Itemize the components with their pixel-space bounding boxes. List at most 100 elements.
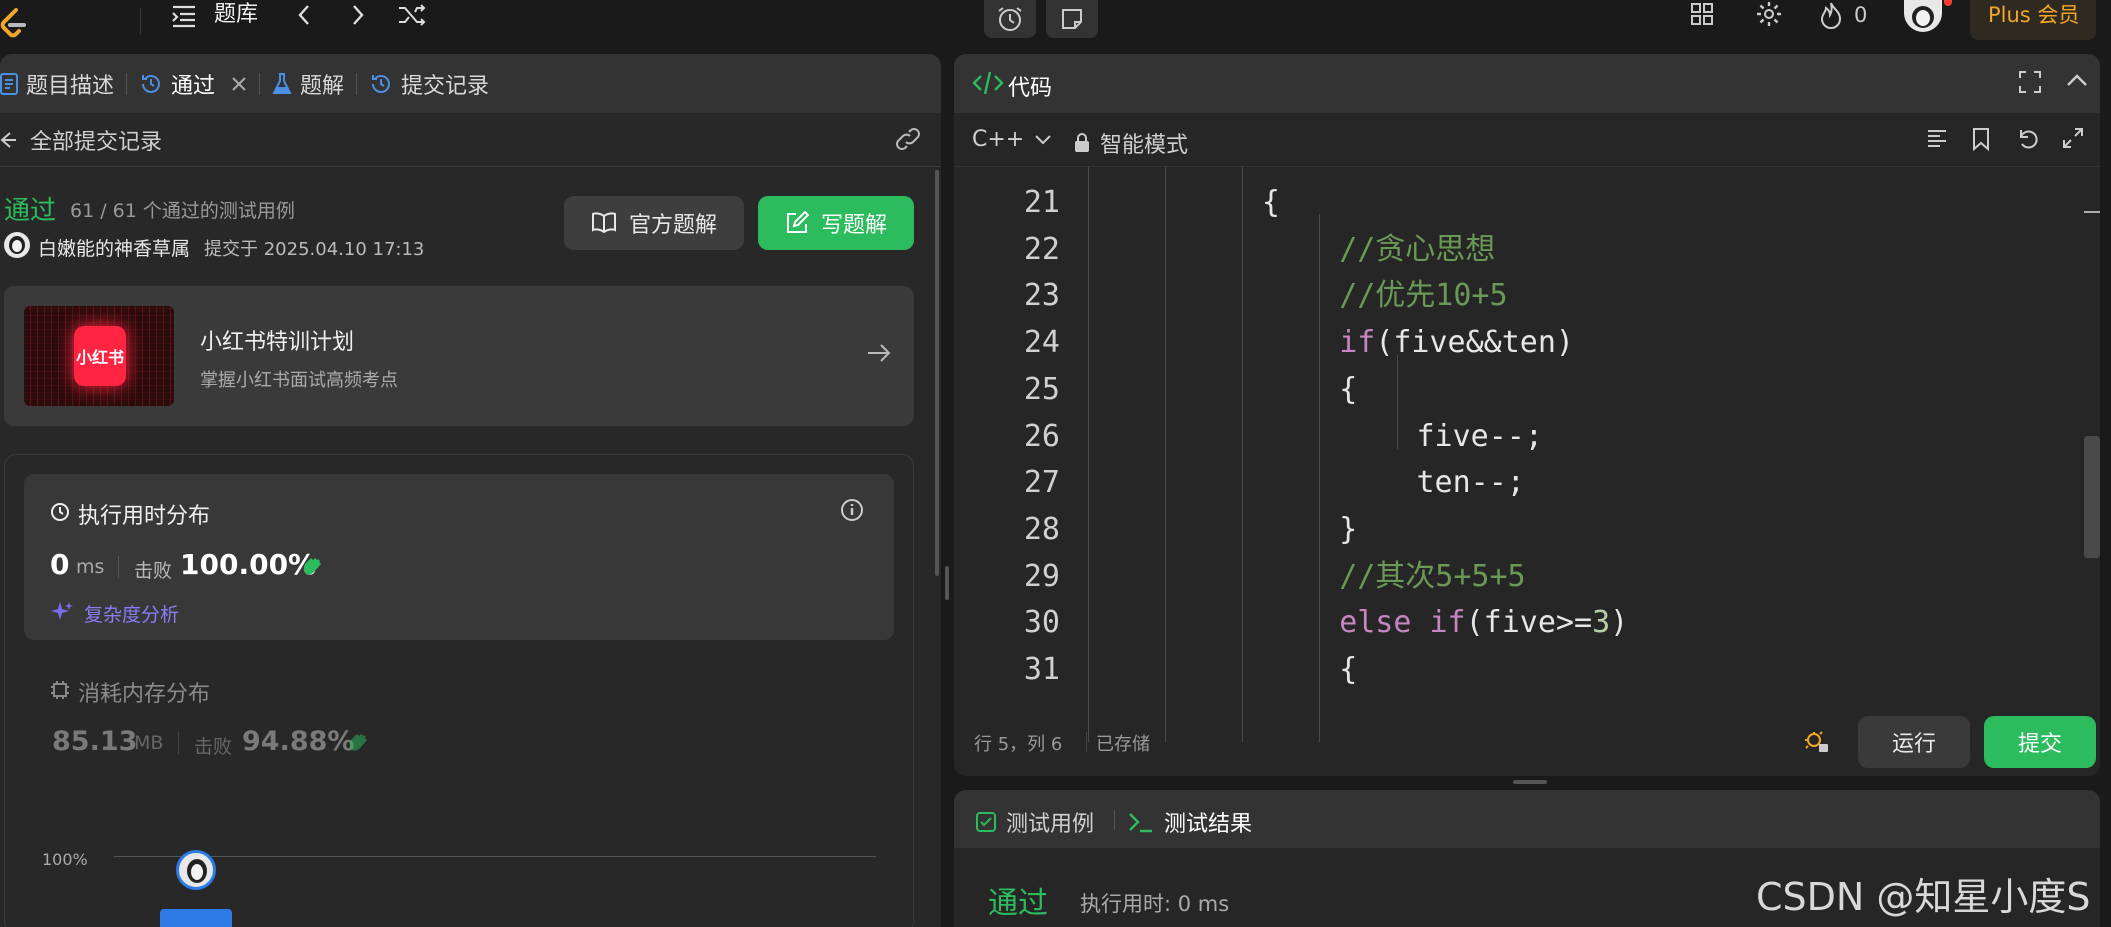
description-icon: [0, 72, 18, 95]
tab-separator: [356, 72, 358, 95]
close-tab-icon[interactable]: [231, 76, 247, 92]
code-token: {: [1339, 371, 1358, 407]
official-solution-label: 官方题解: [628, 213, 717, 238]
code-line[interactable]: 25 {: [954, 366, 2074, 413]
submission-panel: 题目描述 通过 题解 提交记录 全部提交记录 通过 61 / 61 个通过的测试…: [0, 54, 941, 927]
write-solution-button[interactable]: 写题解: [758, 196, 914, 250]
code-line[interactable]: 29 //其次5+5+5: [954, 553, 2074, 600]
line-number: 21: [1023, 185, 1060, 220]
code-line[interactable]: 27 ten--;: [954, 459, 2074, 506]
tab-separator: [259, 72, 261, 95]
line-number: 25: [1023, 371, 1060, 407]
write-solution-label: 写题解: [820, 213, 887, 238]
horizontal-resize-handle[interactable]: [1513, 780, 1547, 784]
all-submissions-link[interactable]: 全部提交记录: [30, 124, 162, 156]
submit-label: 提交: [2017, 732, 2062, 757]
expand-icon[interactable]: [2062, 127, 2084, 149]
code-token: //优先10+5: [1339, 278, 1508, 314]
code-line[interactable]: 28}: [954, 506, 2074, 553]
share-link-icon[interactable]: [894, 127, 922, 151]
editor-toolbar: C++ 智能模式: [954, 113, 2100, 167]
runtime-value: 0: [50, 548, 70, 581]
left-tab-bar: 题目描述 通过 题解 提交记录: [0, 54, 941, 113]
random-problem-icon[interactable]: [396, 0, 428, 30]
vertical-resize-handle[interactable]: [945, 566, 949, 600]
bookmark-icon[interactable]: [1972, 127, 1990, 151]
submitter-name[interactable]: 白嫩能的神香草属: [38, 234, 190, 261]
tab-solutions[interactable]: 题解: [262, 54, 354, 113]
tab-testcase-label: 测试用例: [1006, 812, 1095, 837]
runtime-card[interactable]: 执行用时分布 0 ms 击败 100.00% 复杂度分析: [24, 474, 894, 640]
code-token: (five>=: [1465, 605, 1593, 641]
submitter-avatar: [4, 232, 30, 258]
code-editor-panel: 代码 C++ 智能模式 21 {22 //贪心思想 23 //优先10+5 2…: [954, 54, 2100, 776]
checkbox-icon: [976, 812, 996, 832]
chart-user-marker[interactable]: [176, 850, 216, 890]
chart-bar[interactable]: [160, 909, 232, 927]
code-text: {: [1339, 366, 1357, 413]
terminal-icon: [1128, 811, 1154, 833]
list-icon[interactable]: [170, 2, 198, 30]
smart-mode-toggle[interactable]: 智能模式: [1074, 127, 1188, 159]
code-text: //优先10+5: [1339, 272, 1507, 319]
format-icon[interactable]: [1926, 129, 1948, 149]
line-number: 26: [1023, 418, 1060, 454]
language-select[interactable]: C++: [972, 127, 1052, 152]
streak-flame-icon[interactable]: [1818, 0, 1844, 30]
editor-scrollbar-thumb[interactable]: [2084, 436, 2100, 558]
code-line[interactable]: 22 //贪心思想: [954, 226, 2074, 273]
prev-problem-icon[interactable]: [292, 0, 316, 30]
next-problem-icon[interactable]: [346, 0, 370, 30]
plus-member-button[interactable]: Plus 会员: [1970, 0, 2096, 40]
reset-icon[interactable]: [2016, 127, 2040, 151]
memory-section[interactable]: 消耗内存分布 85.13 MB 击败 94.88%: [24, 674, 894, 794]
fullscreen-icon[interactable]: [2018, 70, 2042, 94]
layout-grid-icon[interactable]: [1688, 0, 1716, 28]
tab-submissions[interactable]: 提交记录: [359, 54, 499, 113]
tab-accepted[interactable]: 通过: [129, 54, 257, 113]
tab-testcase[interactable]: 测试用例: [976, 806, 1094, 838]
line-number: 29: [1023, 558, 1060, 594]
code-text: //贪心思想: [1339, 226, 1495, 273]
history-icon: [369, 72, 393, 96]
settings-gear-icon[interactable]: [1754, 0, 1784, 28]
run-button[interactable]: 运行: [1858, 716, 1970, 768]
submit-button[interactable]: 提交: [1984, 716, 2096, 768]
timer-button[interactable]: [984, 0, 1036, 38]
bug-lock-icon[interactable]: [1804, 728, 1830, 754]
problem-bank-link[interactable]: 题库: [214, 0, 258, 30]
editor-header: 代码: [954, 54, 2100, 113]
edit-icon: [785, 211, 809, 235]
back-arrow-icon[interactable]: [0, 131, 16, 149]
official-solution-button[interactable]: 官方题解: [564, 196, 744, 250]
code-line[interactable]: 24 if(five&&ten): [954, 319, 2074, 366]
editor-title: 代码: [1008, 76, 1053, 101]
code-token: //贪心思想: [1339, 231, 1496, 267]
tab-description[interactable]: 题目描述: [0, 54, 124, 113]
tab-description-label: 题目描述: [26, 73, 115, 99]
flask-icon: [272, 72, 292, 96]
leetcode-logo-icon[interactable]: [0, 8, 26, 38]
promo-card[interactable]: 小红书 小红书特训计划 掌握小红书面试高频考点: [4, 286, 914, 426]
complexity-analysis-link[interactable]: 复杂度分析: [84, 600, 179, 627]
collapse-icon[interactable]: [2066, 72, 2088, 88]
code-line[interactable]: 31 {: [954, 646, 2074, 693]
left-scrollbar[interactable]: [935, 170, 939, 576]
code-line[interactable]: 26 five--;: [954, 413, 2074, 460]
code-text: //其次5+5+5: [1339, 553, 1525, 600]
code-token: ): [1610, 605, 1629, 641]
code-text: if(five&&ten): [1339, 319, 1574, 366]
user-avatar[interactable]: [1904, 0, 1942, 32]
tab-test-result[interactable]: 测试结果: [1128, 806, 1252, 838]
line-number: 23: [1023, 278, 1060, 314]
code-icon: [972, 70, 1004, 96]
code-line[interactable]: 21 {: [954, 179, 2074, 226]
arrow-right-icon: [866, 342, 892, 364]
line-number: 30: [1023, 605, 1060, 641]
code-line[interactable]: 30 else if(five>=3): [954, 599, 2074, 646]
code-line[interactable]: 23 //优先10+5: [954, 272, 2074, 319]
info-icon[interactable]: [840, 498, 864, 522]
code-area[interactable]: 21{22//贪心思想 23 //优先10+5 24 if(five&&ten) 25 {2…: [954, 167, 2074, 742]
memory-value: 85.13: [52, 726, 138, 757]
note-button[interactable]: [1046, 0, 1098, 38]
